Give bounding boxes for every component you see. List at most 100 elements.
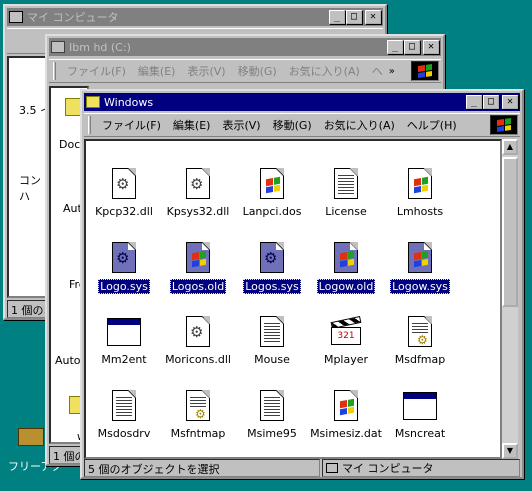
file-item-label: Msfntmap [170, 427, 226, 440]
scroll-down-button[interactable]: ▼ [502, 443, 518, 459]
menu-bar: ファイル(F) 編集(E) 表示(V) 移動(G) お気に入り(A) ヘルプ(H… [84, 113, 520, 137]
computer-icon [326, 463, 338, 473]
application-icon [403, 389, 437, 423]
maximize-button[interactable]: □ [404, 40, 420, 54]
menu-view[interactable]: 表示(V) [181, 63, 231, 79]
file-item[interactable]: License [306, 167, 386, 218]
file-item[interactable]: ⚙ Kpcp32.dll [86, 167, 164, 218]
menu-favorites[interactable]: お気に入り(A) [283, 63, 366, 79]
windows-file-icon [329, 241, 363, 275]
scroll-thumb[interactable] [502, 157, 518, 307]
text-file-icon [255, 389, 289, 423]
minimize-button[interactable]: _ [466, 95, 482, 109]
folder-item-aut[interactable]: Aut [63, 202, 82, 215]
file-item[interactable]: ⚙ Kpsys32.dll [158, 167, 238, 218]
windows-logo-icon [490, 115, 518, 135]
file-item[interactable]: Msimesiz.dat [306, 389, 386, 440]
window-windows[interactable]: Windows _ □ ✕ ファイル(F) 編集(E) 表示(V) 移動(G) … [80, 89, 524, 479]
file-item-label: Logow.sys [390, 279, 450, 294]
file-item-label: Msimesiz.dat [310, 427, 382, 440]
file-item[interactable]: Lanpci.dos [232, 167, 312, 218]
text-file-icon [107, 389, 141, 423]
file-item[interactable]: 321 Mplayer [306, 315, 386, 366]
file-item-label: Kpcp32.dll [95, 205, 153, 218]
menu-view[interactable]: 表示(V) [216, 117, 266, 133]
file-item-label: Msncreat [394, 427, 446, 440]
file-item[interactable]: ⚙ Logo.sys [86, 241, 164, 294]
config-file-icon: ⚙ [181, 389, 215, 423]
file-item-label: Moricons.dll [165, 353, 231, 366]
file-item-label: Mouse [254, 353, 290, 366]
file-item-label: Logos.sys [243, 279, 301, 294]
file-item[interactable]: Mouse [232, 315, 312, 366]
drive-icon [51, 41, 65, 53]
status-text: 1 個のオ [7, 300, 47, 318]
maximize-button[interactable]: □ [483, 95, 499, 109]
file-item[interactable]: Lmhosts [380, 167, 460, 218]
file-item[interactable]: ⚙ Msdfmap [380, 315, 460, 366]
scroll-up-button[interactable]: ▲ [502, 139, 518, 155]
settings-file-icon: ⚙ [107, 167, 141, 201]
maximize-button[interactable]: □ [346, 10, 362, 24]
menu-grip[interactable] [88, 116, 91, 134]
file-item[interactable]: Msncreat [380, 389, 460, 440]
settings-file-icon: ⚙ [107, 241, 141, 275]
title-bar[interactable]: Ibm hd (C:) _ □ ✕ [49, 38, 441, 56]
file-item-label: Lmhosts [396, 205, 444, 218]
vertical-scrollbar[interactable]: ▲ ▼ [502, 139, 518, 459]
menu-go[interactable]: 移動(G) [232, 63, 283, 79]
text-file-icon [329, 167, 363, 201]
title-bar[interactable]: マイ コンピュータ _ □ ✕ [7, 8, 383, 26]
settings-file-icon: ⚙ [255, 241, 289, 275]
status-location-label: マイ コンピュータ [342, 462, 434, 475]
file-item[interactable]: Msdosdrv [86, 389, 164, 440]
menu-file[interactable]: ファイル(F) [96, 117, 167, 133]
close-button[interactable]: ✕ [365, 10, 381, 24]
file-item[interactable]: Logow.sys [380, 241, 460, 294]
windows-file-icon [181, 241, 215, 275]
file-item-label: License [325, 205, 367, 218]
title-bar[interactable]: Windows _ □ ✕ [84, 93, 520, 111]
status-bar: 5 個のオブジェクトを選択 マイ コンピュータ [84, 459, 520, 477]
menu-favorites[interactable]: お気に入り(A) [318, 117, 401, 133]
file-item[interactable]: ⚙ Msfntmap [158, 389, 238, 440]
minimize-button[interactable]: _ [329, 10, 345, 24]
application-icon [107, 315, 141, 349]
file-item-label: Logo.sys [98, 279, 150, 294]
menu-help[interactable]: ヘ [366, 63, 389, 79]
minimize-button[interactable]: _ [387, 40, 403, 54]
desktop-shortcut[interactable]: フリーアク [4, 424, 62, 474]
file-item[interactable]: Logow.old [306, 241, 386, 294]
menu-grip[interactable] [53, 62, 56, 80]
chevron-more-icon[interactable]: » [389, 66, 395, 77]
settings-file-icon: ⚙ [181, 167, 215, 201]
file-item-label: Mm2ent [101, 353, 147, 366]
file-item[interactable]: ⚙ Moricons.dll [158, 315, 238, 366]
file-item-label: Logos.old [169, 279, 227, 294]
folder-icon [86, 96, 100, 108]
menu-help[interactable]: ヘルプ(H) [401, 117, 463, 133]
file-item-label: Msdfmap [394, 353, 446, 366]
file-item-label: Msdosdrv [97, 427, 151, 440]
close-button[interactable]: ✕ [423, 40, 439, 54]
file-item[interactable]: Mm2ent [86, 315, 164, 366]
file-item[interactable]: ⚙ Logos.sys [232, 241, 312, 294]
menu-edit[interactable]: 編集(E) [167, 117, 217, 133]
menu-edit[interactable]: 編集(E) [132, 63, 182, 79]
menu-file[interactable]: ファイル(F) [61, 63, 132, 79]
media-player-icon: 321 [329, 315, 363, 349]
window-title: Windows [104, 95, 154, 109]
settings-file-icon: ⚙ [181, 315, 215, 349]
file-item-label: Kpsys32.dll [166, 205, 230, 218]
file-item[interactable]: Msime95 [232, 389, 312, 440]
menu-bar: ファイル(F) 編集(E) 表示(V) 移動(G) お気に入り(A) ヘ » [49, 59, 441, 83]
file-item[interactable]: Logos.old [158, 241, 238, 294]
config-file-icon: ⚙ [403, 315, 437, 349]
windows-logo-icon [411, 61, 439, 81]
close-button[interactable]: ✕ [502, 95, 518, 109]
toolbox-icon [18, 428, 44, 446]
file-item-label: Logow.old [316, 279, 376, 294]
menu-go[interactable]: 移動(G) [267, 117, 318, 133]
windows-file-icon [403, 241, 437, 275]
file-item-label: Msime95 [247, 427, 297, 440]
